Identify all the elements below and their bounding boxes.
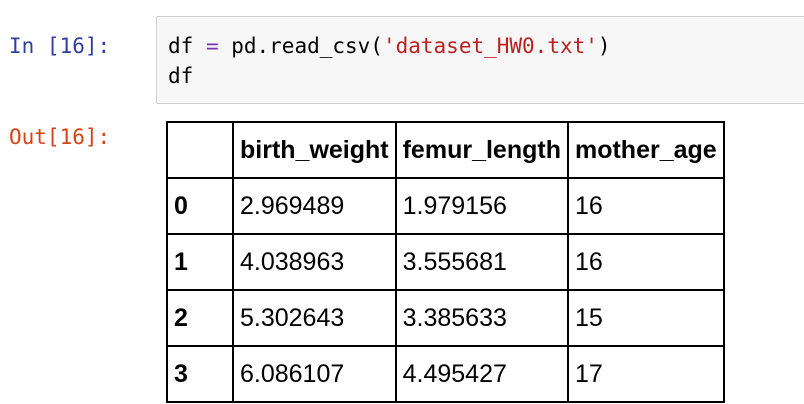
table-row: 2 5.302643 3.385633 15 — [166, 289, 725, 347]
code-operator: = — [205, 34, 219, 58]
table-cell: 5.302643 — [232, 289, 397, 347]
notebook-page: In [16]: df = pd.read_csv('dataset_HW0.t… — [0, 0, 804, 404]
code-call: pd.read_csv( — [218, 34, 383, 58]
table-cell: 4.038963 — [232, 233, 397, 291]
table-cell: 15 — [566, 289, 725, 347]
table-cell: 1.979156 — [394, 177, 569, 235]
code-call-close: ) — [597, 34, 611, 58]
table-cell: 16 — [566, 177, 725, 235]
index-column-header — [166, 121, 234, 179]
dataframe-table: birth_weight femur_length mother_age 0 2… — [166, 121, 725, 403]
column-header: birth_weight — [232, 121, 397, 179]
output-prompt: Out[16]: — [9, 125, 111, 149]
row-index: 1 — [166, 233, 234, 291]
table-cell: 3.385633 — [394, 289, 569, 347]
code-line-2: df — [168, 64, 194, 88]
input-prompt: In [16]: — [9, 34, 111, 58]
row-index: 2 — [166, 289, 234, 347]
row-index: 0 — [166, 177, 234, 235]
table-header-row: birth_weight femur_length mother_age — [166, 121, 725, 179]
column-header: mother_age — [566, 121, 725, 179]
code-variable: df — [168, 34, 206, 58]
table-cell: 3.555681 — [394, 233, 569, 291]
row-index: 3 — [166, 345, 234, 403]
code-line-1: df = pd.read_csv('dataset_HW0.txt') — [168, 31, 804, 61]
table-row: 0 2.969489 1.979156 16 — [166, 177, 725, 235]
table-cell: 17 — [566, 345, 725, 403]
table-cell: 2.969489 — [232, 177, 397, 235]
table-cell: 4.495427 — [394, 345, 569, 403]
code-string-literal: 'dataset_HW0.txt' — [382, 34, 598, 58]
column-header: femur_length — [394, 121, 569, 179]
table-row: 1 4.038963 3.555681 16 — [166, 233, 725, 291]
table-row: 3 6.086107 4.495427 17 — [166, 345, 725, 403]
table-cell: 6.086107 — [232, 345, 397, 403]
code-input-area[interactable]: df = pd.read_csv('dataset_HW0.txt') df — [156, 16, 804, 104]
table-cell: 16 — [566, 233, 725, 291]
